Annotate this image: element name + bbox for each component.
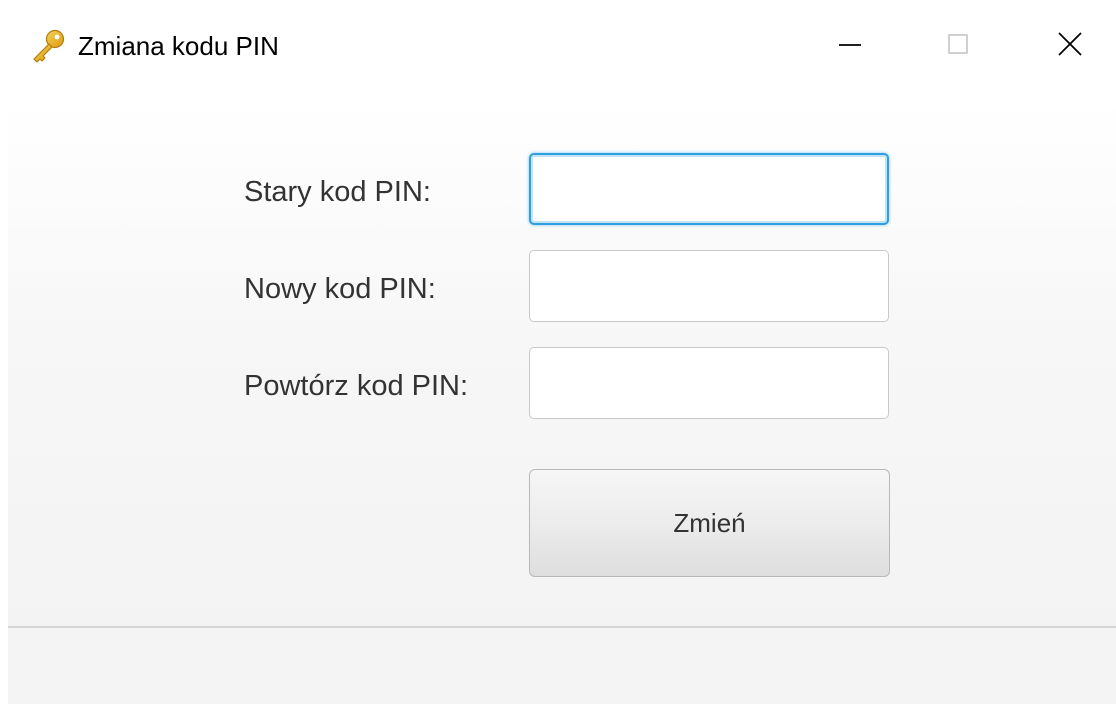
repeat-pin-input[interactable] [529,347,889,419]
maximize-button[interactable] [928,16,988,72]
minimize-icon [838,32,862,56]
maximize-icon [946,32,970,56]
close-button[interactable] [1040,16,1100,72]
footer-area [8,628,1116,704]
key-icon [28,28,68,64]
new-pin-input[interactable] [529,250,889,322]
pin-change-window: Zmiana kodu PIN Stary kod PIN: Nowy kod … [0,0,1116,704]
close-icon [1057,31,1083,57]
old-pin-label: Stary kod PIN: [244,176,431,208]
old-pin-input[interactable] [529,153,889,225]
change-pin-button[interactable]: Zmień [529,469,890,577]
window-title: Zmiana kodu PIN [78,31,279,61]
repeat-pin-label: Powtórz kod PIN: [244,370,469,402]
minimize-button[interactable] [820,16,880,72]
new-pin-label: Nowy kod PIN: [244,273,436,305]
title-bar[interactable]: Zmiana kodu PIN [0,0,1116,96]
